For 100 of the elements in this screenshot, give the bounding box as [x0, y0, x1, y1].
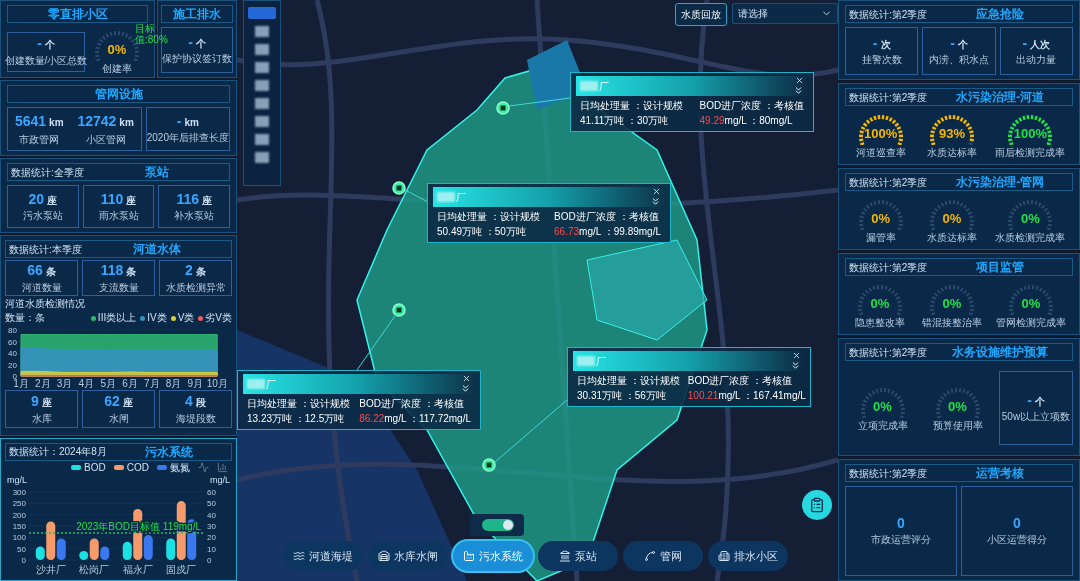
- panel-title: 应急抢险: [975, 6, 1026, 23]
- panel-title: 水污染治理-管网: [955, 174, 1046, 191]
- field-label: BOD进厂浓度 ：考核值: [687, 374, 794, 388]
- axis-label: 50: [207, 499, 216, 509]
- gauge-value: 0%: [948, 398, 967, 414]
- axis-label: 8月: [165, 378, 182, 389]
- stat-label: 海堤段数: [175, 411, 216, 426]
- stat-value: - 个: [950, 34, 968, 53]
- stat-label: 补水泵站: [174, 209, 215, 223]
- axis-label: 7月: [144, 378, 160, 389]
- panel-title: 水污染治理-河道: [955, 89, 1046, 106]
- stat-value: 20 座: [28, 190, 58, 208]
- field-value: 49.29mg/L ：80mg/L: [699, 114, 794, 128]
- axis-label: 2月: [35, 378, 51, 389]
- stat-period: 数据统计:第2季度: [849, 7, 928, 22]
- gauge-label: 立项完成率: [857, 418, 908, 433]
- panel-title: 管网设施: [93, 86, 144, 103]
- stat-period: 数据统计:本季度: [9, 242, 82, 257]
- gauge-label: 创建率: [102, 62, 132, 76]
- gauge-value: 93%: [938, 125, 965, 141]
- field-value: 86.22mg/L ：117.72mg/L: [359, 412, 471, 426]
- gauge-value: 100%: [1013, 125, 1047, 141]
- stat-label: 污水泵站: [22, 209, 63, 223]
- panel-title: 施工排水: [172, 6, 222, 23]
- field-value: 66.73mg/L ：99.89mg/L: [554, 225, 661, 239]
- stat-value: - 次: [872, 34, 891, 53]
- axis-label: 100: [12, 533, 26, 543]
- axis-title: mg/L: [210, 475, 230, 485]
- axis-label: 沙井厂: [35, 564, 66, 575]
- stat-value: 116 座: [176, 190, 212, 208]
- axis-label: 40: [8, 349, 17, 359]
- panel-title: 水务设施维护预算: [951, 344, 1050, 361]
- gauge-value: 0%: [870, 295, 890, 311]
- field-label: 日均处理量 ：设计规模: [437, 210, 540, 224]
- stat-label: 小区运营得分: [987, 533, 1047, 548]
- panel-title: 泵站: [143, 164, 170, 182]
- axis-label: 50: [17, 544, 26, 554]
- stat-value: - 个: [1027, 391, 1045, 410]
- stat-value: - 个: [37, 35, 55, 53]
- legend-label: III类以上: [97, 312, 137, 325]
- axis-label: 固戍厂: [166, 564, 197, 575]
- axis-label: 60: [207, 488, 216, 497]
- stat-label: 市政运营评分: [871, 533, 931, 548]
- axis-label: 20: [207, 533, 216, 543]
- axis-label: 200: [12, 510, 26, 520]
- panel-title: 项目监管: [975, 259, 1026, 276]
- axis-label: 300: [12, 488, 26, 497]
- stat-period: 数据统计：2024年8月: [9, 445, 107, 460]
- axis-label: 9月: [187, 378, 204, 389]
- gauge-value: 0%: [942, 210, 962, 226]
- legend-label: 氨氮: [170, 462, 190, 474]
- axis-label: 30: [207, 522, 216, 531]
- stat-value: 118 条: [100, 262, 137, 280]
- gauge-value: 0%: [871, 210, 891, 226]
- legend-label: IV类: [147, 312, 167, 325]
- axis-title: mg/L: [7, 475, 27, 485]
- axis-label: 0: [207, 556, 212, 565]
- stat-label: 创建数量/小区总数: [4, 53, 88, 68]
- gauge-label: 水质达标率: [927, 230, 977, 245]
- stat-label: 河道数量: [21, 280, 62, 295]
- stat-label: 水闸: [108, 411, 129, 426]
- gauge-label: 管网检测完成率: [996, 315, 1066, 330]
- field-label: BOD进厂浓度 ：考核值: [554, 210, 660, 224]
- stat-period: 数据统计:第2季度: [849, 466, 928, 481]
- gauge-value: 0%: [1020, 210, 1040, 226]
- axis-label: 60: [8, 337, 17, 347]
- stat-value: 9 座: [31, 393, 52, 411]
- axis-label: 0: [21, 556, 26, 565]
- stat-period: 数据统计:全季度: [11, 165, 84, 180]
- gauge-value: 0%: [873, 398, 892, 414]
- axis-label: 4月: [78, 378, 95, 389]
- panel-title: 河道水体: [131, 241, 182, 259]
- stat-label: 水质检测异常: [165, 280, 226, 295]
- stat-label: 2020年后排查长度: [146, 131, 229, 146]
- panel-title: 污水系统: [144, 444, 195, 461]
- axis-label: 松岗厂: [79, 564, 110, 575]
- axis-label: 10: [207, 544, 216, 554]
- stat-label: 50w以上立项数: [1001, 410, 1071, 425]
- stat-label: 出动力量: [1016, 53, 1057, 68]
- field-label: 日均处理量 ：设计规模: [577, 374, 680, 388]
- legend-label: BOD: [84, 462, 106, 474]
- stat-value: - 人次: [1022, 34, 1051, 53]
- stat-value: 2 条: [185, 262, 206, 280]
- axis-title: 数量：条: [5, 312, 45, 325]
- plant-name: 厂: [456, 190, 466, 205]
- plant-name: 厂: [599, 79, 609, 94]
- gauge-label: 雨后检测完成率: [995, 145, 1066, 160]
- stat-value: 0: [897, 514, 905, 533]
- stat-value: - km: [176, 112, 199, 131]
- stat-label: 保护协议签订数: [162, 52, 232, 67]
- field-label: 日均处理量 ：设计规模: [247, 397, 350, 411]
- field-value: 30.31万吨 ：56万吨: [577, 389, 667, 403]
- field-value: 50.49万吨 ：50万吨: [437, 225, 527, 239]
- gauge-label: 漏管率: [865, 230, 896, 245]
- gauge-value: 100%: [864, 125, 898, 141]
- chart-title: 河道水质检测情况: [5, 298, 86, 311]
- field-label: 日均处理量 ：设计规模: [580, 99, 683, 113]
- target-label: 目标值:80%: [135, 23, 169, 45]
- axis-label: 150: [12, 522, 26, 531]
- stat-label: 内涝、积水点: [929, 53, 989, 68]
